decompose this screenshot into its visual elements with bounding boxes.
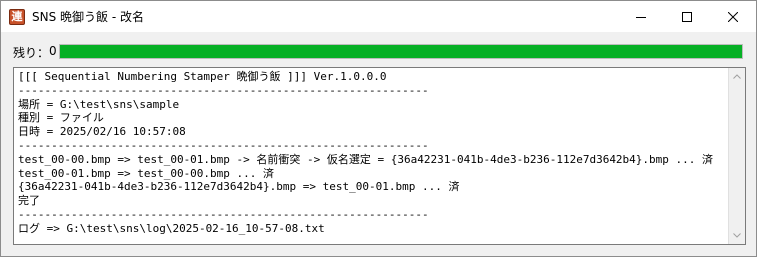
log-line: ----------------------------------------… xyxy=(18,207,429,221)
minimize-button[interactable] xyxy=(618,1,664,32)
progress-bar xyxy=(59,44,743,59)
log-line: test_00-00.bmp => test_00-01.bmp -> 名前衝突… xyxy=(18,152,714,166)
remaining-label: 残り： 0 xyxy=(13,44,57,61)
app-window: 連 SNS 晩御う飯 - 改名 残り： 0 [[[Sequential Num… xyxy=(0,0,757,257)
log-line: ログ => G:\test\sns\log\2025-02-16_10-57-0… xyxy=(18,221,325,235)
window-controls xyxy=(618,1,756,32)
progress-bar-fill xyxy=(60,45,742,58)
log-line: ----------------------------------------… xyxy=(18,138,429,152)
log-line: 種別 = ファイル xyxy=(18,111,104,125)
scroll-up-button[interactable] xyxy=(729,68,745,85)
log-line: 場所 = G:\test\sns\sample xyxy=(18,97,180,111)
chevron-up-icon xyxy=(733,74,741,79)
maximize-icon xyxy=(682,11,692,22)
log-line: 完了 xyxy=(18,194,40,208)
vertical-scrollbar[interactable] xyxy=(728,68,745,244)
log-line: 日時 = 2025/02/16 10:57:08 xyxy=(18,125,186,139)
log-line: [[[ Sequential Numbering Stamper 晩御う飯 ]]… xyxy=(18,70,387,83)
scroll-down-button[interactable] xyxy=(729,227,745,244)
minimize-icon xyxy=(636,16,646,18)
window-title: SNS 晩御う飯 - 改名 xyxy=(32,10,144,24)
app-icon: 連 xyxy=(9,8,25,25)
chevron-down-icon xyxy=(733,233,741,238)
title-bar[interactable]: 連 SNS 晩御う飯 - 改名 xyxy=(1,1,756,32)
log-textarea[interactable]: [[[ Sequential Numbering Stamper 晩御う飯 ]]… xyxy=(13,67,746,245)
close-icon xyxy=(728,11,738,22)
log-line: {36a42231-041b-4de3-b236-112e7d3642b4}.b… xyxy=(18,180,460,194)
log-content: [[[ Sequential Numbering Stamper 晩御う飯 ]]… xyxy=(18,70,727,236)
log-line: test_00-01.bmp => test_00-00.bmp ... 済 xyxy=(18,166,275,180)
maximize-button[interactable] xyxy=(664,1,710,32)
log-line: ----------------------------------------… xyxy=(18,83,429,97)
remaining-label-text: 残り： xyxy=(13,45,50,60)
remaining-count: 0 xyxy=(49,43,57,58)
close-button[interactable] xyxy=(710,1,756,32)
progress-row: 残り： 0 xyxy=(13,42,744,62)
